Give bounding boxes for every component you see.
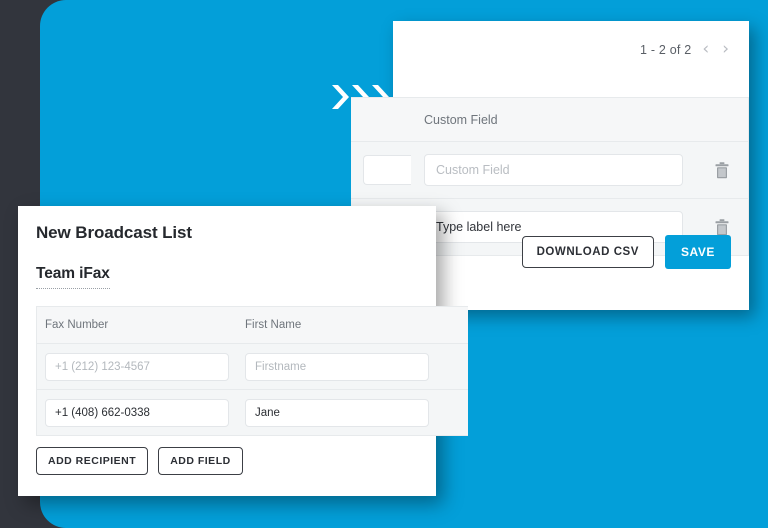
new-broadcast-list-card: New Broadcast List Team iFax Fax Number … bbox=[18, 206, 468, 496]
trash-icon[interactable] bbox=[715, 161, 729, 179]
first-name-cell: Jane bbox=[237, 398, 437, 427]
trash-icon[interactable] bbox=[715, 218, 729, 236]
row-left-stub bbox=[351, 155, 411, 185]
table-row: Custom Field bbox=[351, 142, 748, 199]
list-name-field[interactable]: Team iFax bbox=[36, 265, 110, 289]
row-actions bbox=[696, 218, 748, 236]
table-header-row: Fax Number First Name bbox=[37, 307, 468, 344]
fax-number-input-2[interactable]: +1 (408) 662-0338 bbox=[45, 398, 229, 427]
list-name-value: Team iFax bbox=[36, 265, 110, 282]
truncated-input[interactable] bbox=[363, 155, 411, 185]
form-actions: ADD RECIPIENT ADD FIELD bbox=[36, 447, 243, 475]
chevron-left-icon[interactable]: ‹ bbox=[700, 41, 711, 58]
download-csv-button[interactable]: DOWNLOAD CSV bbox=[521, 236, 654, 268]
chevron-right-icon[interactable]: › bbox=[720, 41, 731, 58]
column-header-custom-field: Custom Field bbox=[424, 112, 498, 127]
add-recipient-button[interactable]: ADD RECIPIENT bbox=[36, 447, 149, 475]
fax-number-input-1[interactable]: +1 (212) 123-4567 bbox=[45, 352, 229, 381]
recipients-table: Fax Number First Name +1 (212) 123-4567 … bbox=[36, 306, 468, 436]
first-name-input-2[interactable]: Jane bbox=[245, 398, 429, 427]
fax-number-cell: +1 (212) 123-4567 bbox=[37, 352, 237, 381]
table-row: +1 (212) 123-4567 Firstname bbox=[37, 344, 468, 390]
custom-field-card: 1 - 2 of 2 ‹ › Custom Field Custom Field bbox=[351, 21, 749, 310]
column-header-first-name: First Name bbox=[245, 319, 302, 331]
page-title: New Broadcast List bbox=[36, 223, 192, 242]
column-header-fax-number: Fax Number bbox=[45, 319, 109, 331]
first-name-cell: Firstname bbox=[237, 352, 437, 381]
custom-field-cell: Custom Field bbox=[411, 154, 696, 186]
row-actions bbox=[696, 161, 748, 179]
card-actions: DOWNLOAD CSV SAVE bbox=[521, 235, 731, 269]
pagination-label: 1 - 2 of 2 bbox=[640, 42, 692, 57]
table-row: +1 (408) 662-0338 Jane bbox=[37, 390, 468, 435]
table-header-row: Custom Field bbox=[351, 98, 748, 142]
save-button[interactable]: SAVE bbox=[665, 235, 731, 269]
custom-field-input-1[interactable]: Custom Field bbox=[424, 154, 683, 186]
first-name-input-1[interactable]: Firstname bbox=[245, 352, 429, 381]
pagination: 1 - 2 of 2 ‹ › bbox=[640, 41, 731, 58]
scene: 1 - 2 of 2 ‹ › Custom Field Custom Field bbox=[0, 0, 768, 528]
add-field-button[interactable]: ADD FIELD bbox=[158, 447, 243, 475]
list-name-underline bbox=[36, 287, 110, 289]
fax-number-cell: +1 (408) 662-0338 bbox=[37, 398, 237, 427]
